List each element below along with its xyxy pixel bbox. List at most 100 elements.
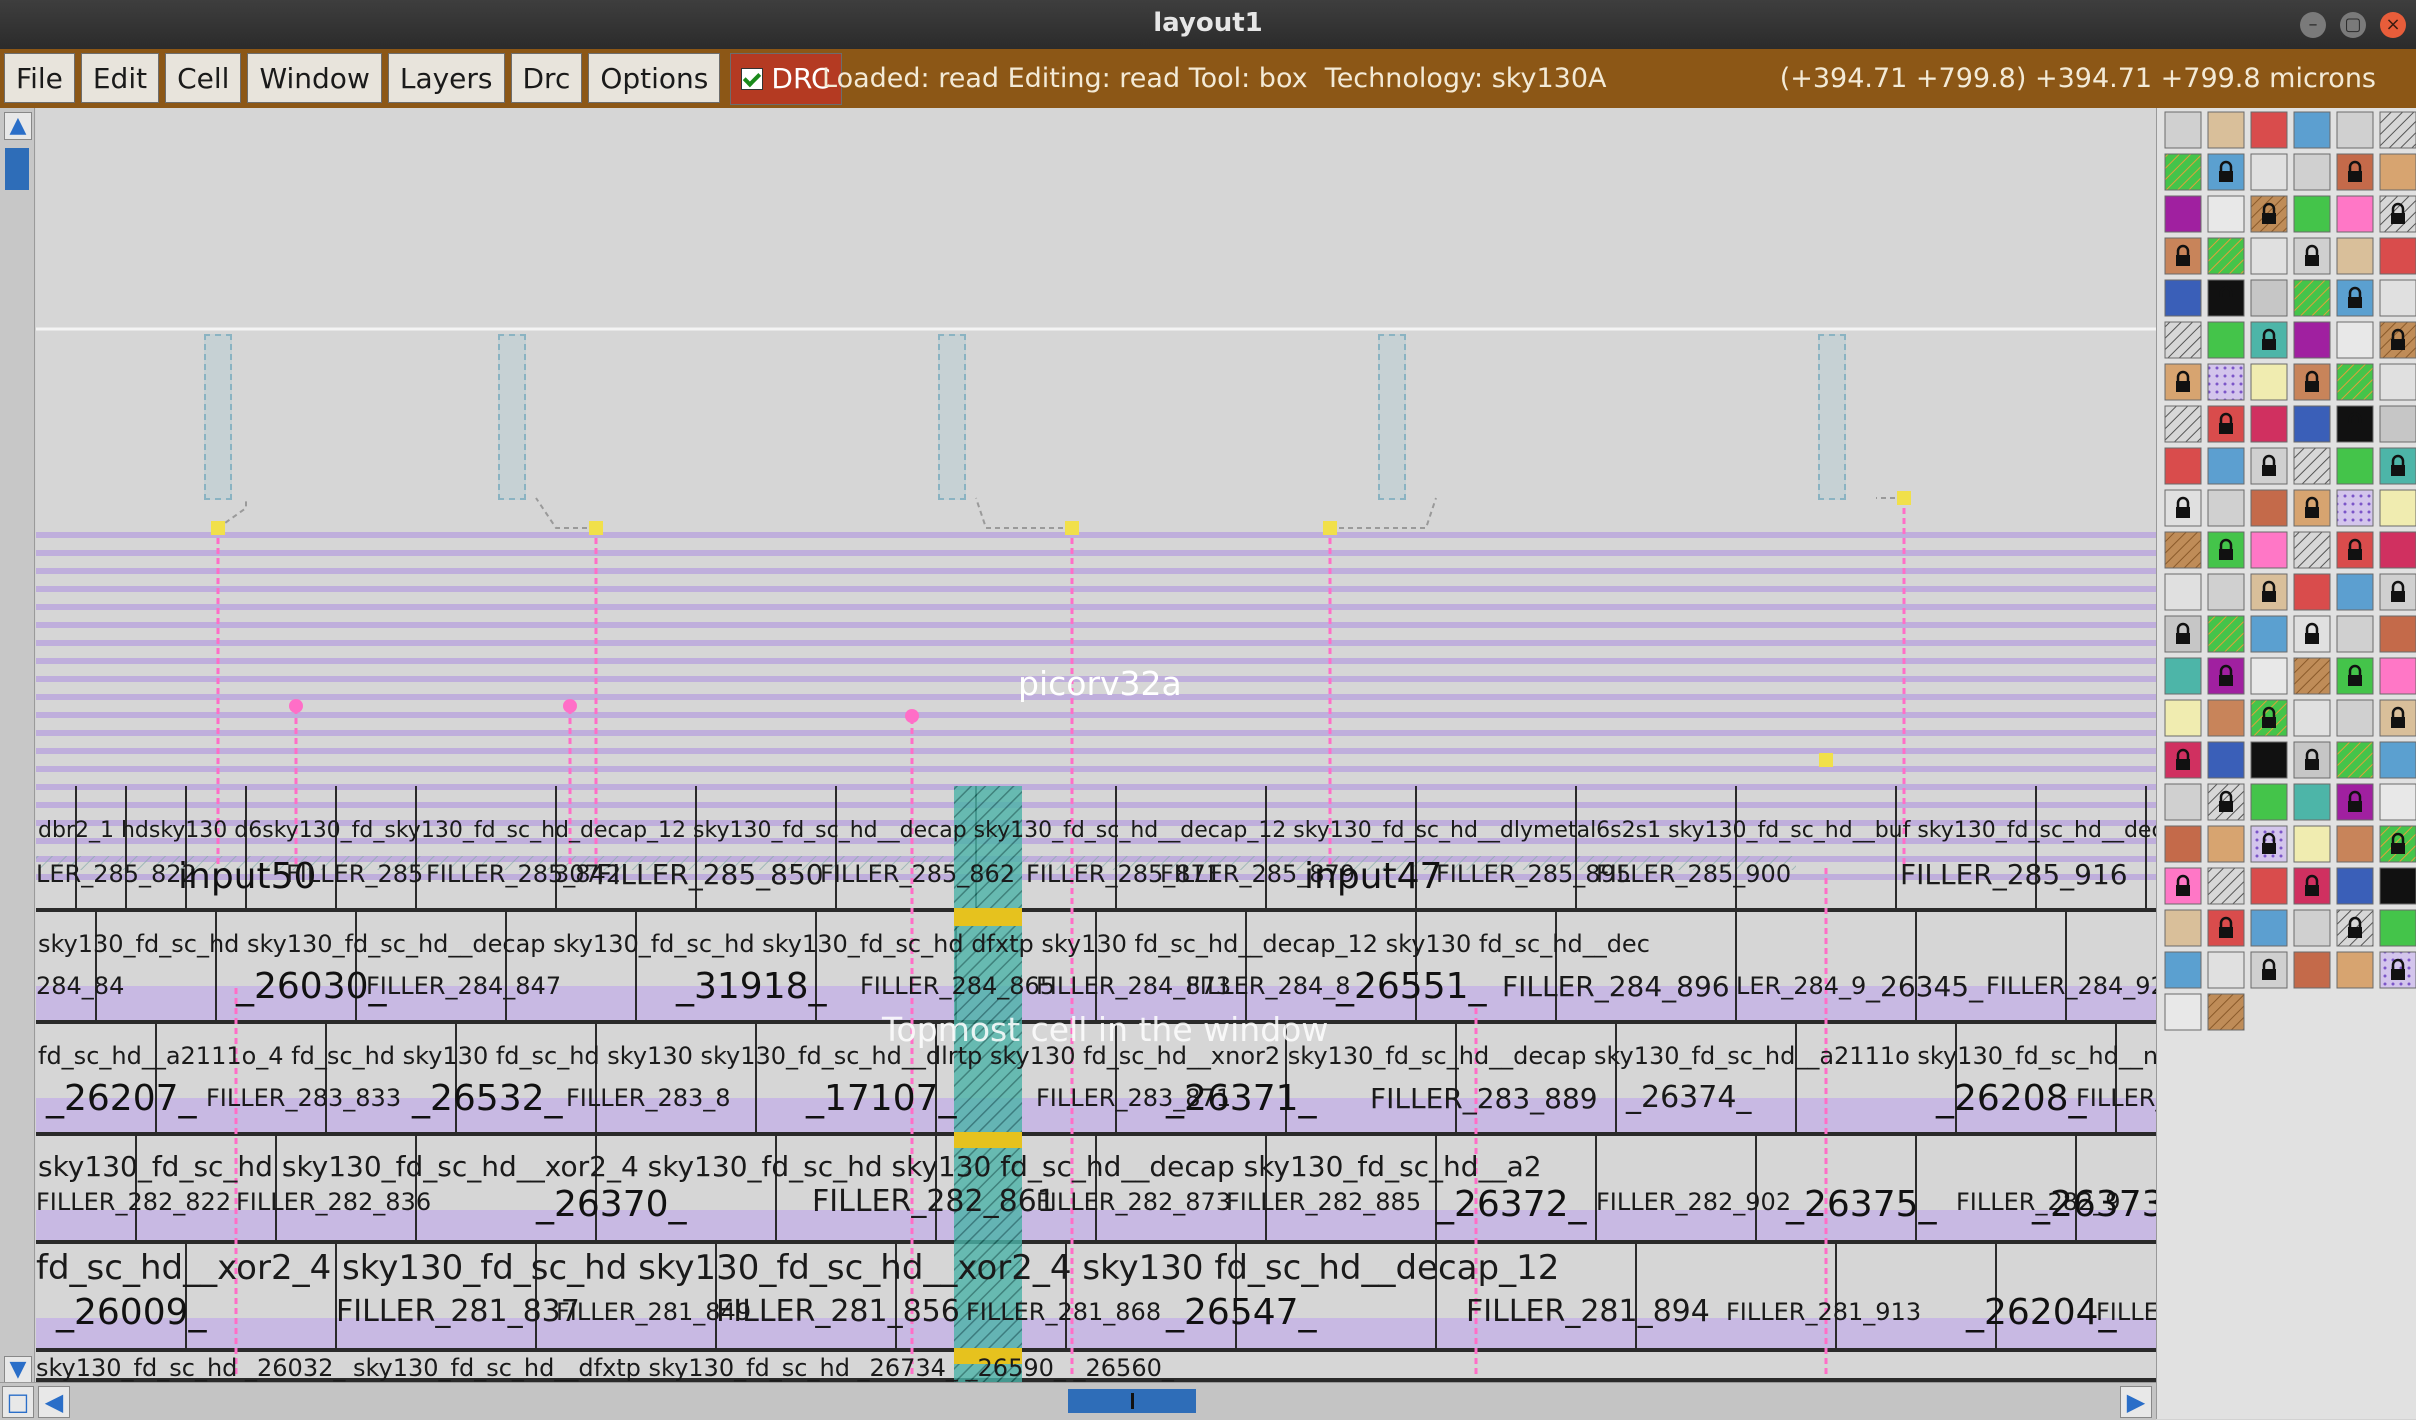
layer-swatch[interactable] xyxy=(2336,195,2374,233)
layer-swatch[interactable] xyxy=(2379,363,2416,401)
io-pin[interactable] xyxy=(204,334,232,500)
layer-swatch[interactable] xyxy=(2336,615,2374,653)
layer-swatch[interactable] xyxy=(2336,699,2374,737)
layer-swatch[interactable] xyxy=(2336,363,2374,401)
layer-swatch[interactable] xyxy=(2164,321,2202,359)
layer-swatch[interactable] xyxy=(2336,321,2374,359)
layer-swatch[interactable] xyxy=(2164,195,2202,233)
layer-swatch[interactable] xyxy=(2293,531,2331,569)
menu-options[interactable]: Options xyxy=(588,53,721,103)
layer-swatch-grid[interactable] xyxy=(2157,108,2416,1419)
layer-swatch[interactable] xyxy=(2293,195,2331,233)
scroll-left-icon[interactable]: ◀ xyxy=(38,1386,70,1418)
layer-swatch[interactable] xyxy=(2336,741,2374,779)
layer-swatch[interactable] xyxy=(2379,657,2416,695)
menu-layers[interactable]: Layers xyxy=(387,53,505,103)
layer-swatch[interactable] xyxy=(2250,867,2288,905)
layer-swatch[interactable] xyxy=(2379,909,2416,947)
layer-swatch[interactable] xyxy=(2250,741,2288,779)
vertical-scrollbar[interactable]: ▲ ▼ xyxy=(0,108,35,1390)
layer-swatch[interactable] xyxy=(2293,783,2331,821)
layer-swatch[interactable] xyxy=(2164,573,2202,611)
layer-swatch[interactable] xyxy=(2250,615,2288,653)
layer-swatch[interactable] xyxy=(2250,237,2288,275)
layer-swatch[interactable] xyxy=(2293,699,2331,737)
layer-swatch[interactable] xyxy=(2207,867,2245,905)
layer-swatch[interactable] xyxy=(2164,405,2202,443)
layer-swatch[interactable] xyxy=(2250,783,2288,821)
layer-swatch[interactable] xyxy=(2164,279,2202,317)
layout-canvas[interactable]: picorv32a Topmost cell in the window dbr… xyxy=(36,108,2156,1390)
layer-swatch[interactable] xyxy=(2293,447,2331,485)
layer-swatch[interactable] xyxy=(2207,951,2245,989)
layer-swatch[interactable] xyxy=(2207,573,2245,611)
layer-swatch[interactable] xyxy=(2207,447,2245,485)
io-pin[interactable] xyxy=(1818,334,1846,500)
layer-swatch[interactable] xyxy=(2164,153,2202,191)
layer-swatch[interactable] xyxy=(2379,783,2416,821)
maximize-button[interactable]: ▢ xyxy=(2340,12,2366,38)
scroll-right-icon[interactable]: ▶ xyxy=(2120,1386,2152,1418)
layer-swatch[interactable] xyxy=(2207,741,2245,779)
layer-palette[interactable] xyxy=(2156,108,2416,1419)
layer-swatch[interactable] xyxy=(2164,783,2202,821)
menu-drc[interactable]: Drc xyxy=(510,53,583,103)
minimize-button[interactable]: – xyxy=(2300,12,2326,38)
layer-swatch[interactable] xyxy=(2379,489,2416,527)
layer-swatch[interactable] xyxy=(2250,909,2288,947)
layer-swatch[interactable] xyxy=(2164,447,2202,485)
horizontal-scrollbar[interactable]: □ ◀ ▶ xyxy=(0,1382,2156,1420)
layer-swatch[interactable] xyxy=(2293,573,2331,611)
layer-swatch[interactable] xyxy=(2207,321,2245,359)
scroll-up-icon[interactable]: ▲ xyxy=(4,112,32,140)
layer-swatch[interactable] xyxy=(2207,615,2245,653)
layer-swatch[interactable] xyxy=(2207,237,2245,275)
layer-swatch[interactable] xyxy=(2207,993,2245,1031)
horizontal-scroll-thumb[interactable] xyxy=(1068,1389,1196,1413)
layer-swatch[interactable] xyxy=(2207,489,2245,527)
layer-swatch[interactable] xyxy=(2207,699,2245,737)
layer-swatch[interactable] xyxy=(2164,825,2202,863)
layer-swatch[interactable] xyxy=(2293,825,2331,863)
io-pin[interactable] xyxy=(498,334,526,500)
menu-file[interactable]: File xyxy=(4,53,75,103)
io-pin[interactable] xyxy=(1378,334,1406,500)
layer-swatch[interactable] xyxy=(2379,531,2416,569)
layer-swatch[interactable] xyxy=(2336,825,2374,863)
layer-swatch[interactable] xyxy=(2207,111,2245,149)
layer-swatch[interactable] xyxy=(2164,993,2202,1031)
layer-swatch[interactable] xyxy=(2250,531,2288,569)
close-button[interactable]: × xyxy=(2380,12,2406,38)
layer-swatch[interactable] xyxy=(2250,279,2288,317)
layer-swatch[interactable] xyxy=(2164,531,2202,569)
layer-swatch[interactable] xyxy=(2336,447,2374,485)
layer-swatch[interactable] xyxy=(2336,489,2374,527)
layer-swatch[interactable] xyxy=(2207,363,2245,401)
layer-swatch[interactable] xyxy=(2336,111,2374,149)
layer-swatch[interactable] xyxy=(2164,699,2202,737)
layer-swatch[interactable] xyxy=(2293,405,2331,443)
layer-swatch[interactable] xyxy=(2207,195,2245,233)
menu-window[interactable]: Window xyxy=(247,53,382,103)
layer-swatch[interactable] xyxy=(2250,405,2288,443)
layer-swatch[interactable] xyxy=(2379,867,2416,905)
layer-swatch[interactable] xyxy=(2379,237,2416,275)
layer-swatch[interactable] xyxy=(2164,909,2202,947)
layer-swatch[interactable] xyxy=(2379,405,2416,443)
menu-cell[interactable]: Cell xyxy=(165,53,242,103)
layer-swatch[interactable] xyxy=(2164,111,2202,149)
layer-swatch[interactable] xyxy=(2250,111,2288,149)
menu-edit[interactable]: Edit xyxy=(80,53,160,103)
layer-swatch[interactable] xyxy=(2250,657,2288,695)
layer-swatch[interactable] xyxy=(2164,951,2202,989)
layer-swatch[interactable] xyxy=(2379,153,2416,191)
layer-swatch[interactable] xyxy=(2293,111,2331,149)
layer-swatch[interactable] xyxy=(2164,657,2202,695)
layer-swatch[interactable] xyxy=(2250,363,2288,401)
layer-swatch[interactable] xyxy=(2293,909,2331,947)
layer-swatch[interactable] xyxy=(2293,951,2331,989)
vertical-scroll-thumb[interactable] xyxy=(5,148,29,190)
layer-swatch[interactable] xyxy=(2379,279,2416,317)
zoom-box-icon[interactable]: □ xyxy=(2,1386,34,1418)
io-pin[interactable] xyxy=(938,334,966,500)
